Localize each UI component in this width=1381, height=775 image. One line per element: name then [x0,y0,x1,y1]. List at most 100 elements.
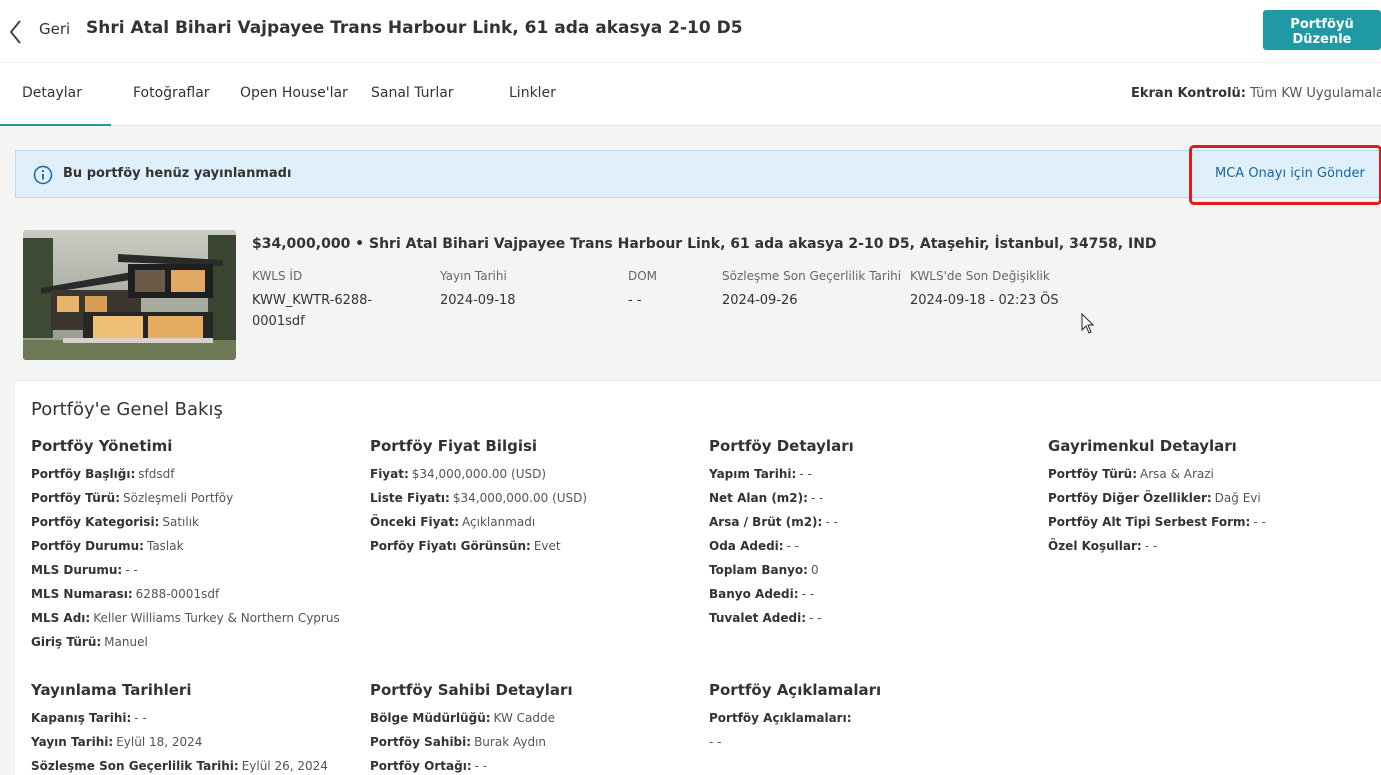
field-label: MLS Adı: [31,611,91,625]
page-title: Shri Atal Bihari Vajpayee Trans Harbour … [86,18,743,38]
tab-bar: Detaylar Fotoğraflar Open House'lar Sana… [0,62,1381,126]
meta-value: 2024-09-26 [722,293,798,308]
field-label: Portföy Kategorisi: [31,515,160,529]
field-value: Eylül 18, 2024 [116,735,203,749]
meta-last-modified: KWLS'de Son Değişiklik 2024-09-18 - 02:2… [910,269,1110,311]
field-label: Toplam Banyo: [709,563,808,577]
section-title: Portföy Fiyat Bilgisi [370,437,538,455]
field-row: Banyo Adedi: - - [709,587,854,611]
section-title: Portföy Açıklamaları [709,681,882,699]
section-descriptions: Portföy Açıklamaları Portföy Açıklamaları… [709,681,881,759]
edit-portfolio-button[interactable]: Portföyü Düzenle [1263,10,1381,50]
field-label: Portföy Ortağı: [370,759,472,773]
field-value: - - [1253,515,1266,529]
field-value: Manuel [104,635,148,649]
screen-control-label: Ekran Kontrolü: [1131,86,1246,101]
field-row: Porföy Fiyatı Görünsün: Evet [370,539,587,563]
field-value: - - [809,611,822,625]
field-row: Portföy Türü: Arsa & Arazi [1048,467,1266,491]
meta-kwls-id: KWLS İD KWW_KWTR-6288-0001sdf [252,269,402,332]
meta-label: KWLS İD [252,269,303,283]
field-value: Keller Williams Turkey & Northern Cyprus [93,611,340,625]
field-label: Portföy Başlığı: [31,467,136,481]
field-row: Kapanış Tarihi: - - [31,711,328,735]
field-label: Giriş Türü: [31,635,102,649]
field-row: Portföy Sahibi: Burak Aydın [370,735,573,759]
field-row: MLS Numarası: 6288-0001sdf [31,587,340,611]
field-value: - - [810,491,824,505]
field-label: Tuvalet Adedi: [709,611,807,625]
field-value: - - [709,735,722,749]
screen-control-value[interactable]: Tüm KW Uygulamaları [1250,86,1381,101]
section-owner-details: Portföy Sahibi Detayları Bölge Müdürlüğü:… [370,681,573,775]
field-label: MLS Durumu: [31,563,123,577]
meta-contract-expiry: Sözleşme Son Geçerlilik Tarihi 2024-09-2… [722,269,902,311]
section-title: Portföy Sahibi Detayları [370,681,573,699]
meta-label: Sözleşme Son Geçerlilik Tarihi [722,269,902,283]
field-row: Önceki Fiyat: Açıklanmadı [370,515,587,539]
field-row: Portföy Başlığı: sfdsdf [31,467,340,491]
meta-value: 2024-09-18 - 02:23 ÖS [910,293,1059,308]
section-property-details: Gayrimenkul Detayları Portföy Türü: Arsa &… [1048,437,1266,563]
field-row: Portföy Durumu: Taslak [31,539,340,563]
field-row: Giriş Türü: Manuel [31,635,340,659]
listing-photo[interactable] [23,230,236,360]
field-value: $34,000,000.00 (USD) [452,491,588,505]
field-value: - - [1144,539,1158,553]
field-label: MLS Numarası: [31,587,133,601]
field-value: KW Cadde [493,711,556,725]
field-row: MLS Durumu: - - [31,563,340,587]
field-value: - - [125,563,138,577]
field-value: $34,000,000.00 (USD) [411,467,547,481]
field-row: MLS Adı: Keller Williams Turkey & Norther… [31,611,340,635]
field-label: Porföy Fiyatı Görünsün: [370,539,531,553]
section-portfolio-management: Portföy Yönetimi Portföy Başlığı: sfdsdf Po… [31,437,340,659]
field-value: Burak Aydın [474,735,547,749]
field-row: Portföy Açıklamaları: [709,711,881,735]
field-row: Tuvalet Adedi: - - [709,611,854,635]
field-label: Portföy Alt Tipi Serbest Form: [1048,515,1251,529]
field-value: Arsa & Arazi [1140,467,1214,481]
section-title: Gayrimenkul Detayları [1048,437,1237,455]
field-label: Bölge Müdürlüğü: [370,711,491,725]
screen-control[interactable]: Ekran Kontrolü: Tüm KW Uygulamaları [1131,86,1381,101]
tab-links[interactable]: Linkler [509,85,556,101]
tab-virtual-tours[interactable]: Sanal Turlar [371,85,454,101]
tab-photos[interactable]: Fotoğraflar [133,85,210,101]
field-value: Açıklanmadı [462,515,536,529]
field-row: Fiyat: $34,000,000.00 (USD) [370,467,587,491]
field-label: Portföy Türü: [1048,467,1138,481]
field-label: Önceki Fiyat: [370,515,460,529]
field-row: Portföy Kategorisi: Satılık [31,515,340,539]
active-tab-indicator [0,124,111,126]
field-value: - - [825,515,838,529]
meta-label: DOM [628,269,658,283]
field-row: Toplam Banyo: 0 [709,563,854,587]
field-value: Sözleşmeli Portföy [123,491,234,505]
mouse-cursor-icon [1081,313,1095,334]
field-label: Yapım Tarihi: [709,467,797,481]
section-price-info: Portföy Fiyat Bilgisi Fiyat: $34,000,000.0… [370,437,587,563]
field-row: Arsa / Brüt (m2): - - [709,515,854,539]
field-row: Portföy Türü: Sözleşmeli Portföy [31,491,340,515]
overview-title: Portföy'e Genel Bakış [31,399,223,420]
meta-label: Yayın Tarihi [440,269,507,283]
field-row: Oda Adedi: - - [709,539,854,563]
send-mca-approval-link[interactable]: MCA Onayı için Gönder [1215,166,1365,181]
tab-open-houses[interactable]: Open House'lar [240,85,348,101]
field-value: - - [799,467,812,481]
tab-details[interactable]: Detaylar [22,85,82,101]
unpublished-banner: Bu portföy henüz yayınlanmadı MCA Onayı … [15,145,1381,205]
chevron-left-icon[interactable] [8,18,24,46]
field-label: Liste Fiyatı: [370,491,450,505]
field-label: Sözleşme Son Geçerlilik Tarihi: [31,759,239,773]
field-value: - - [801,587,815,601]
meta-value: KWW_KWTR-6288-0001sdf [252,293,373,329]
field-label: Portföy Açıklamaları: [709,711,852,725]
field-label: Portföy Sahibi: [370,735,472,749]
field-row: Portföy Ortağı: - - [370,759,573,775]
field-row: Portföy Diğer Özellikler: Dağ Evi [1048,491,1266,515]
field-label: Portföy Durumu: [31,539,144,553]
section-title: Portföy Detayları [709,437,854,455]
back-button[interactable]: Geri [39,20,70,38]
